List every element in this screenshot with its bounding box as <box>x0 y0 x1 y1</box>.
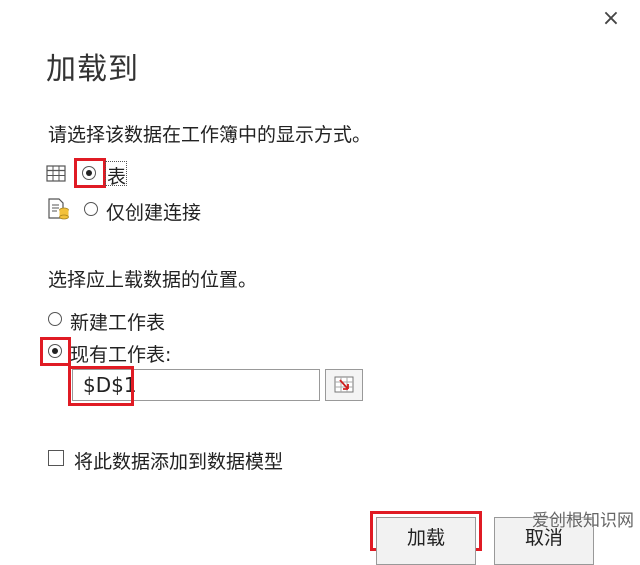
existing-worksheet-label[interactable]: 现有工作表: <box>70 340 171 367</box>
existing-worksheet-radio[interactable] <box>48 344 62 358</box>
data-model-checkbox[interactable] <box>48 450 64 466</box>
table-option-label[interactable]: 表 <box>107 162 126 189</box>
connection-only-radio[interactable] <box>84 202 98 216</box>
table-radio[interactable] <box>82 166 96 180</box>
watermark-text: 爱创根知识网 <box>532 511 634 531</box>
load-button[interactable]: 加载 <box>376 517 476 565</box>
dialog-title: 加载到 <box>46 52 139 87</box>
display-prompt: 请选择该数据在工作簿中的显示方式。 <box>48 124 372 146</box>
location-prompt: 选择应上载数据的位置。 <box>48 269 258 291</box>
close-button[interactable]: × <box>596 6 626 32</box>
highlight-range-input <box>68 366 134 406</box>
connection-only-label[interactable]: 仅创建连接 <box>106 198 201 225</box>
new-worksheet-label[interactable]: 新建工作表 <box>70 308 165 335</box>
new-worksheet-radio[interactable] <box>48 312 62 326</box>
range-select-button[interactable] <box>325 369 363 401</box>
data-model-label[interactable]: 将此数据添加到数据模型 <box>74 447 283 474</box>
connection-icon <box>48 198 69 220</box>
table-icon <box>46 165 66 182</box>
range-select-icon <box>334 376 354 393</box>
